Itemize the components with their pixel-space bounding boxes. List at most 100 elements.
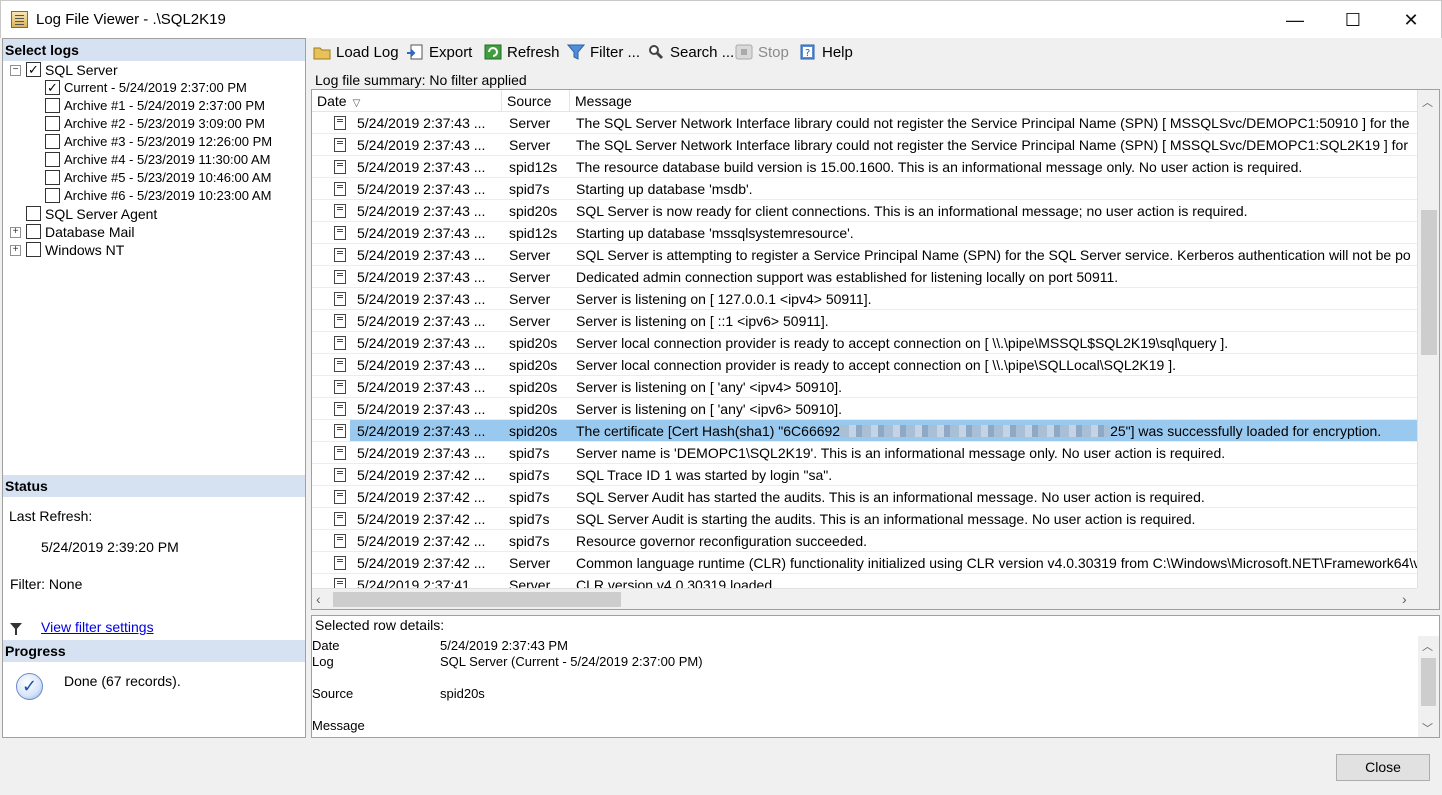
date-cell: 5/24/2019 2:37:43 ...	[357, 247, 486, 263]
last-refresh-label: Last Refresh:	[9, 508, 93, 524]
grid-vertical-scrollbar[interactable]: ︿	[1417, 90, 1439, 589]
minimize-button[interactable]: —	[1266, 1, 1324, 39]
table-row[interactable]: 5/24/2019 2:37:43 ... spid7s Starting up d…	[312, 178, 1418, 200]
export-button[interactable]: Export	[406, 42, 472, 64]
log-grid: Date ▽ Source Message 5/24/2019 2:37:43 .…	[311, 89, 1440, 610]
tree-item[interactable]: Archive #5 - 5/23/2019 10:46:00 AM	[3, 169, 303, 187]
log-checkbox[interactable]	[45, 188, 60, 203]
date-column-header[interactable]: Date ▽	[312, 90, 502, 112]
table-row[interactable]: 5/24/2019 2:37:43 ... Server Server is lis…	[312, 310, 1418, 332]
log-entry-icon	[334, 336, 346, 350]
detail-date-value: 5/24/2019 2:37:43 PM	[440, 638, 568, 653]
log-checkbox[interactable]	[26, 224, 41, 239]
date-cell: 5/24/2019 2:37:43 ...	[357, 357, 486, 373]
date-cell: 5/24/2019 2:37:43 ...	[357, 401, 486, 417]
tree-item[interactable]: + Windows NT	[3, 241, 303, 259]
date-cell: 5/24/2019 2:37:43 ...	[357, 269, 486, 285]
date-cell: 5/24/2019 2:37:43 ...	[357, 423, 486, 439]
scroll-right-icon[interactable]: ›	[1402, 591, 1407, 607]
tree-item[interactable]: − ✓ SQL Server	[3, 61, 303, 79]
log-checkbox[interactable]	[45, 98, 60, 113]
close-button[interactable]: Close	[1336, 754, 1430, 781]
export-icon	[406, 44, 424, 60]
table-row[interactable]: 5/24/2019 2:37:43 ... spid12s The resource…	[312, 156, 1418, 178]
table-row[interactable]: 5/24/2019 2:37:43 ... spid20s SQL Server i…	[312, 200, 1418, 222]
date-cell: 5/24/2019 2:37:42 ...	[357, 467, 486, 483]
source-cell: spid7s	[509, 467, 550, 483]
detail-date-label: Date	[312, 638, 340, 653]
tree-item[interactable]: Archive #1 - 5/24/2019 2:37:00 PM	[3, 97, 303, 115]
view-filter-settings-link[interactable]: View filter settings	[41, 619, 154, 635]
date-cell: 5/24/2019 2:37:42 ...	[357, 511, 486, 527]
help-button[interactable]: ? Help	[799, 42, 853, 64]
details-scroll-thumb[interactable]	[1421, 658, 1436, 706]
table-row[interactable]: 5/24/2019 2:37:43 ... spid7s Server name i…	[312, 442, 1418, 464]
table-row[interactable]: 5/24/2019 2:37:43 ... Server The SQL Serve…	[312, 112, 1418, 134]
filter-button[interactable]: Filter ...	[566, 42, 640, 64]
source-column-header[interactable]: Source	[502, 90, 570, 112]
maximize-button[interactable]: ☐	[1324, 1, 1382, 39]
log-checkbox[interactable]	[45, 116, 60, 131]
details-scroll-down-icon[interactable]: ﹀	[1422, 720, 1433, 736]
refresh-button[interactable]: Refresh	[484, 42, 560, 64]
collapse-icon[interactable]: −	[10, 65, 21, 76]
table-row[interactable]: 5/24/2019 2:37:43 ... Server Dedicated adm…	[312, 266, 1418, 288]
table-row[interactable]: 5/24/2019 2:37:43 ... spid20s Server local…	[312, 332, 1418, 354]
grid-horizontal-scrollbar[interactable]: ‹ ›	[312, 588, 1418, 609]
scroll-left-icon[interactable]: ‹	[316, 591, 321, 607]
table-row[interactable]: 5/24/2019 2:37:43 ... spid20s Server local…	[312, 354, 1418, 376]
tree-item[interactable]: Archive #3 - 5/23/2019 12:26:00 PM	[3, 133, 303, 151]
expand-icon[interactable]: +	[10, 227, 21, 238]
table-row[interactable]: 5/24/2019 2:37:43 ... spid20s The certific…	[312, 420, 1418, 442]
details-scroll-up-icon[interactable]: ︿	[1422, 638, 1433, 654]
tree-item[interactable]: ✓ Current - 5/24/2019 2:37:00 PM	[3, 79, 303, 97]
table-row[interactable]: 5/24/2019 2:37:42 ... spid7s SQL Server Au…	[312, 486, 1418, 508]
table-row[interactable]: 5/24/2019 2:37:42 ... spid7s Resource gove…	[312, 530, 1418, 552]
table-row[interactable]: 5/24/2019 2:37:43 ... Server SQL Server is…	[312, 244, 1418, 266]
search-button[interactable]: Search ...	[647, 42, 734, 64]
log-entry-icon	[334, 248, 346, 262]
log-checkbox[interactable]	[26, 206, 41, 221]
stop-button[interactable]: Stop	[735, 42, 789, 64]
table-row[interactable]: 5/24/2019 2:37:42 ... spid7s SQL Server Au…	[312, 508, 1418, 530]
date-cell: 5/24/2019 2:37:42 ...	[357, 533, 486, 549]
detail-message-label: Message	[312, 718, 365, 733]
tree-item[interactable]: + Database Mail	[3, 223, 303, 241]
message-column-header[interactable]: Message	[570, 90, 1418, 112]
source-cell: spid7s	[509, 511, 550, 527]
table-row[interactable]: 5/24/2019 2:37:43 ... spid12s Starting up …	[312, 222, 1418, 244]
progress-text: Done (67 records).	[64, 673, 181, 689]
message-cell: SQL Server is attempting to register a S…	[576, 247, 1411, 263]
tree-item[interactable]: Archive #2 - 5/23/2019 3:09:00 PM	[3, 115, 303, 133]
source-cell: Server	[509, 577, 551, 589]
details-scrollbar[interactable]: ︿ ﹀	[1418, 636, 1439, 737]
table-row[interactable]: 5/24/2019 2:37:42 ... Server Common langua…	[312, 552, 1418, 574]
expand-icon[interactable]: +	[10, 245, 21, 256]
table-row[interactable]: 5/24/2019 2:37:41 ... Server CLR version v…	[312, 574, 1418, 589]
log-checkbox[interactable]: ✓	[45, 80, 60, 95]
scroll-up-icon[interactable]: ︿	[1422, 94, 1433, 110]
tree-item[interactable]: Archive #4 - 5/23/2019 11:30:00 AM	[3, 151, 303, 169]
message-cell: Server is listening on [ ::1 <ipv6> 5091…	[576, 313, 829, 329]
table-row[interactable]: 5/24/2019 2:37:43 ... Server Server is lis…	[312, 288, 1418, 310]
selected-row-details: Selected row details: Date 5/24/2019 2:3…	[311, 615, 1440, 738]
window-close-button[interactable]: ✕	[1382, 1, 1440, 39]
log-checkbox[interactable]	[45, 170, 60, 185]
load-log-button[interactable]: Load Log	[313, 42, 399, 64]
vertical-scroll-thumb[interactable]	[1421, 210, 1437, 355]
tree-item[interactable]: SQL Server Agent	[3, 205, 303, 223]
log-checkbox[interactable]	[45, 152, 60, 167]
log-checkbox[interactable]	[45, 134, 60, 149]
log-checkbox[interactable]: ✓	[26, 62, 41, 77]
date-cell: 5/24/2019 2:37:43 ...	[357, 379, 486, 395]
tree-item[interactable]: Archive #6 - 5/23/2019 10:23:00 AM	[3, 187, 303, 205]
log-entry-icon	[334, 138, 346, 152]
log-checkbox[interactable]	[26, 242, 41, 257]
message-cell: SQL Server is now ready for client conne…	[576, 203, 1248, 219]
table-row[interactable]: 5/24/2019 2:37:43 ... spid20s Server is li…	[312, 398, 1418, 420]
table-row[interactable]: 5/24/2019 2:37:43 ... spid20s Server is li…	[312, 376, 1418, 398]
horizontal-scroll-thumb[interactable]	[333, 592, 621, 607]
table-row[interactable]: 5/24/2019 2:37:43 ... Server The SQL Serve…	[312, 134, 1418, 156]
table-row[interactable]: 5/24/2019 2:37:42 ... spid7s SQL Trace ID …	[312, 464, 1418, 486]
date-cell: 5/24/2019 2:37:43 ...	[357, 291, 486, 307]
